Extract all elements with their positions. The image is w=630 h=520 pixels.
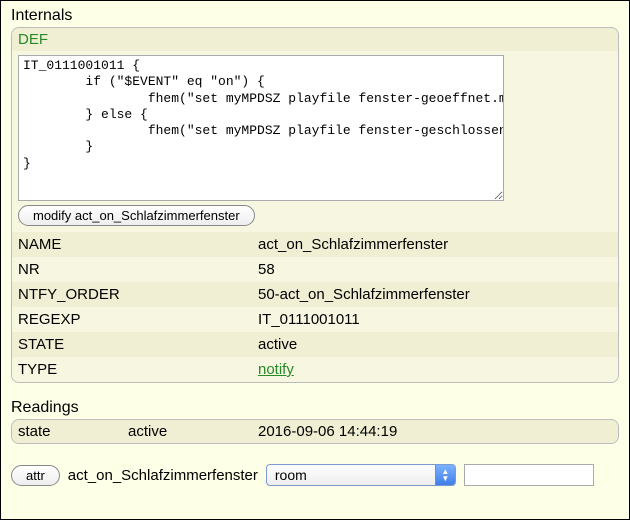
internals-row: REGEXPIT_0111001011 (12, 307, 618, 332)
internals-value: active (252, 332, 618, 357)
attr-device-label: act_on_Schlafzimmerfenster (68, 467, 258, 484)
internals-row: STATEactive (12, 332, 618, 357)
internals-key: REGEXP (12, 307, 252, 332)
internals-value: IT_0111001011 (252, 307, 618, 332)
internals-row: NR58 (12, 257, 618, 282)
internals-key: NAME (12, 232, 252, 257)
internals-heading: Internals (11, 7, 619, 25)
internals-key: NTFY_ORDER (12, 282, 252, 307)
readings-heading: Readings (11, 399, 619, 417)
internals-panel: DEF modify act_on_Schlafzimmerfenster NA… (11, 27, 619, 383)
reading-name: state (18, 423, 128, 440)
modify-button[interactable]: modify act_on_Schlafzimmerfenster (18, 205, 255, 226)
select-arrows-icon: ▲▼ (435, 465, 455, 485)
def-header-row: DEF (12, 28, 618, 51)
internals-value[interactable]: notify (252, 357, 618, 382)
readings-row: stateactive2016-09-06 14:44:19 (12, 420, 618, 443)
internals-row: NTFY_ORDER50-act_on_Schlafzimmerfenster (12, 282, 618, 307)
type-link[interactable]: notify (258, 361, 294, 378)
reading-time: 2016-09-06 14:44:19 (258, 423, 612, 440)
attr-button[interactable]: attr (11, 465, 60, 486)
internals-row: NAMEact_on_Schlafzimmerfenster (12, 232, 618, 257)
internals-table: NAMEact_on_SchlafzimmerfensterNR58NTFY_O… (12, 232, 618, 382)
reading-value: active (128, 423, 258, 440)
internals-row: TYPE notify (12, 357, 618, 382)
def-textarea[interactable] (18, 55, 504, 201)
attr-bar: attr act_on_Schlafzimmerfenster room ▲▼ (11, 464, 619, 486)
internals-value: act_on_Schlafzimmerfenster (252, 232, 618, 257)
attr-select[interactable]: room ▲▼ (266, 464, 456, 486)
internals-value: 58 (252, 257, 618, 282)
internals-key: TYPE (12, 357, 252, 382)
internals-value: 50-act_on_Schlafzimmerfenster (252, 282, 618, 307)
attr-value-input[interactable] (464, 464, 594, 486)
internals-key: STATE (12, 332, 252, 357)
def-body: modify act_on_Schlafzimmerfenster (12, 51, 618, 232)
readings-panel: stateactive2016-09-06 14:44:19 (11, 419, 619, 444)
attr-select-value: room (275, 467, 307, 483)
internals-key: NR (12, 257, 252, 282)
def-label[interactable]: DEF (18, 31, 48, 48)
